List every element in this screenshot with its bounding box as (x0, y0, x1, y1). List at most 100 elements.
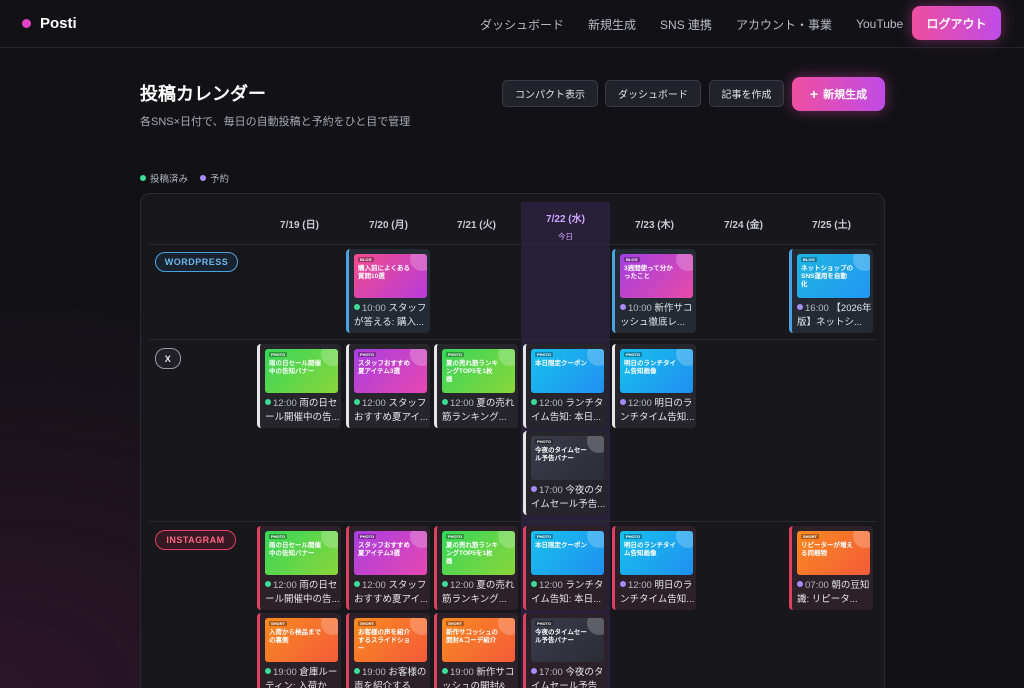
thumbnail-decoration-icon (321, 618, 338, 635)
thumbnail-title: 本日限定クーポン (535, 542, 587, 549)
row-divider (149, 244, 876, 245)
thumbnail-tag: BLOG (801, 257, 817, 262)
status-dot-icon (531, 581, 537, 587)
status-dot-icon (442, 581, 448, 587)
day-header: 7/25 (土) (812, 220, 851, 231)
post-thumbnail: PHOTO 明日のランチタイム告知画像 (620, 349, 693, 393)
post-card[interactable]: SHORT 新作サコッシュの開封&コーデ紹介 19:00 新作サコッシュの開封&..… (434, 613, 518, 688)
thumbnail-title: 本日限定クーポン (535, 360, 587, 367)
thumbnail-decoration-icon (587, 349, 604, 366)
status-dot-icon (354, 668, 360, 674)
thumbnail-title: リピーターが増える同梱物 (801, 542, 853, 558)
thumbnail-tag: BLOG (624, 257, 640, 262)
post-caption: 19:00 お客様の声を紹介する... (354, 666, 430, 688)
thumbnail-title: 夏の売れ筋ランキングTOP5を1枚画 (446, 360, 498, 384)
status-dot-icon (442, 668, 448, 674)
new-generate-label: 新規生成 (823, 89, 868, 101)
nav-link-account[interactable]: アカウント・事業 (736, 16, 832, 33)
post-card[interactable]: PHOTO 本日限定クーポン 12:00 ランチタイム告知: 本日... (523, 344, 607, 428)
sns-badge-wordpress[interactable]: WORDPRESS (155, 252, 238, 272)
post-card[interactable]: BLOG 3週間使って分かったこと 10:00 新作サコッシュ徹底レ... (612, 249, 696, 333)
thumbnail-decoration-icon (853, 254, 870, 271)
thumbnail-tag: SHORT (269, 621, 287, 626)
post-caption: 12:00 明日のランチタイム告知... (620, 397, 696, 425)
post-card[interactable]: SHORT 入荷から検品までの裏側 19:00 倉庫ルーティン: 入荷か... (257, 613, 341, 688)
post-thumbnail: BLOG ネットショップのSNS運用を自動化 (797, 254, 870, 298)
day-header: 7/23 (木) (635, 220, 674, 231)
post-card[interactable]: PHOTO スタッフおすすめ夏アイテム3選 12:00 スタッフおすすめ夏アイ... (346, 344, 430, 428)
post-card[interactable]: PHOTO 今夜のタイムセール予告バナー 17:00 今夜のタイムセール予告... (523, 431, 607, 515)
post-card[interactable]: PHOTO 明日のランチタイム告知画像 12:00 明日のランチタイム告知... (612, 526, 696, 610)
post-caption: 19:00 新作サコッシュの開封&... (442, 666, 518, 688)
post-time: 10:00 (362, 303, 389, 314)
post-time: 17:00 (539, 667, 566, 678)
post-time: 10:00 (628, 303, 655, 314)
dashboard-button[interactable]: ダッシュボード (605, 80, 701, 107)
post-time: 19:00 (450, 667, 477, 678)
thumbnail-title: 入荷から検品までの裏側 (269, 629, 321, 645)
post-card[interactable]: PHOTO スタッフおすすめ夏アイテム3選 12:00 スタッフおすすめ夏アイ... (346, 526, 430, 610)
nav-link-youtube[interactable]: YouTube (856, 17, 903, 31)
post-card[interactable]: PHOTO 夏の売れ筋ランキングTOP5を1枚画 12:00 夏の売れ筋ランキング.… (434, 526, 518, 610)
thumbnail-decoration-icon (498, 349, 515, 366)
post-caption: 12:00 夏の売れ筋ランキング... (442, 579, 518, 607)
post-card[interactable]: BLOG 購入前によくある質問10選 10:00 スタッフが答える: 購入... (346, 249, 430, 333)
post-time: 19:00 (273, 667, 300, 678)
thumbnail-title: 新作サコッシュの開封&コーデ紹介 (446, 629, 498, 645)
post-caption: 10:00 スタッフが答える: 購入... (354, 302, 430, 330)
nav-link-new[interactable]: 新規生成 (588, 16, 636, 33)
post-card[interactable]: PHOTO 雨の日セール開催中の告知バナー 12:00 雨の日セール開催中の告... (257, 526, 341, 610)
posted-dot-icon (140, 175, 146, 181)
new-generate-button[interactable]: + 新規生成 (792, 77, 885, 111)
post-thumbnail: PHOTO 今夜のタイムセール予告バナー (531, 436, 604, 480)
post-card[interactable]: SHORT お客様の声を紹介するスライドショー 19:00 お客様の声を紹介する..… (346, 613, 430, 688)
day-header: 7/20 (月) (369, 220, 408, 231)
thumbnail-title: お客様の声を紹介するスライドショー (358, 629, 410, 653)
thumbnail-tag: PHOTO (535, 352, 554, 357)
post-thumbnail: PHOTO スタッフおすすめ夏アイテム3選 (354, 349, 427, 393)
legend-item-scheduled: 予約 (200, 171, 229, 185)
post-card[interactable]: PHOTO 雨の日セール開催中の告知バナー 12:00 雨の日セール開催中の告... (257, 344, 341, 428)
post-caption: 10:00 新作サコッシュ徹底レ... (620, 302, 696, 330)
post-card[interactable]: SHORT リピーターが増える同梱物 07:00 朝の豆知識: リピータ... (789, 526, 873, 610)
post-time: 12:00 (362, 398, 389, 409)
thumbnail-tag: PHOTO (358, 352, 377, 357)
post-card[interactable]: PHOTO 夏の売れ筋ランキングTOP5を1枚画 12:00 夏の売れ筋ランキング.… (434, 344, 518, 428)
post-caption: 12:00 雨の日セール開催中の告... (265, 397, 341, 425)
create-article-button[interactable]: 記事を作成 (709, 80, 784, 107)
thumbnail-title: ネットショップのSNS運用を自動化 (801, 265, 853, 289)
post-card[interactable]: BLOG ネットショップのSNS運用を自動化 16:00 【2026年版】ネットシ.… (789, 249, 873, 333)
nav-link-dashboard[interactable]: ダッシュボード (480, 16, 564, 33)
thumbnail-tag: PHOTO (535, 534, 554, 539)
post-card[interactable]: PHOTO 今夜のタイムセール予告バナー 17:00 今夜のタイムセール予告... (523, 613, 607, 688)
row-divider (149, 521, 876, 522)
thumbnail-tag: PHOTO (535, 439, 554, 444)
status-dot-icon (797, 581, 803, 587)
sns-badge-x[interactable]: X (155, 348, 181, 369)
brand[interactable]: Posti (22, 15, 77, 32)
post-time: 07:00 (805, 580, 832, 591)
thumbnail-title: 明日のランチタイム告知画像 (624, 360, 676, 376)
nav-link-sns[interactable]: SNS 連携 (660, 16, 712, 33)
thumbnail-title: 購入前によくある質問10選 (358, 265, 410, 281)
status-dot-icon (265, 399, 271, 405)
thumbnail-decoration-icon (410, 349, 427, 366)
sns-badge-instagram[interactable]: INSTAGRAM (155, 530, 236, 550)
thumbnail-decoration-icon (676, 349, 693, 366)
post-caption: 12:00 ランチタイム告知: 本日... (531, 579, 607, 607)
post-card[interactable]: PHOTO 明日のランチタイム告知画像 12:00 明日のランチタイム告知... (612, 344, 696, 428)
post-card[interactable]: PHOTO 本日限定クーポン 12:00 ランチタイム告知: 本日... (523, 526, 607, 610)
thumbnail-tag: PHOTO (535, 621, 554, 626)
thumbnail-decoration-icon (676, 531, 693, 548)
compact-view-button[interactable]: コンパクト表示 (502, 80, 598, 107)
post-time: 12:00 (628, 398, 655, 409)
post-caption: 17:00 今夜のタイムセール予告... (531, 484, 607, 512)
thumbnail-title: 3週間使って分かったこと (624, 265, 673, 281)
legend-item-posted: 投稿済み (140, 171, 188, 185)
post-thumbnail: PHOTO 夏の売れ筋ランキングTOP5を1枚画 (442, 349, 515, 393)
status-dot-icon (265, 581, 271, 587)
status-dot-icon (442, 399, 448, 405)
post-time: 12:00 (273, 580, 300, 591)
logout-button[interactable]: ログアウト (912, 6, 1001, 40)
post-thumbnail: PHOTO 明日のランチタイム告知画像 (620, 531, 693, 575)
